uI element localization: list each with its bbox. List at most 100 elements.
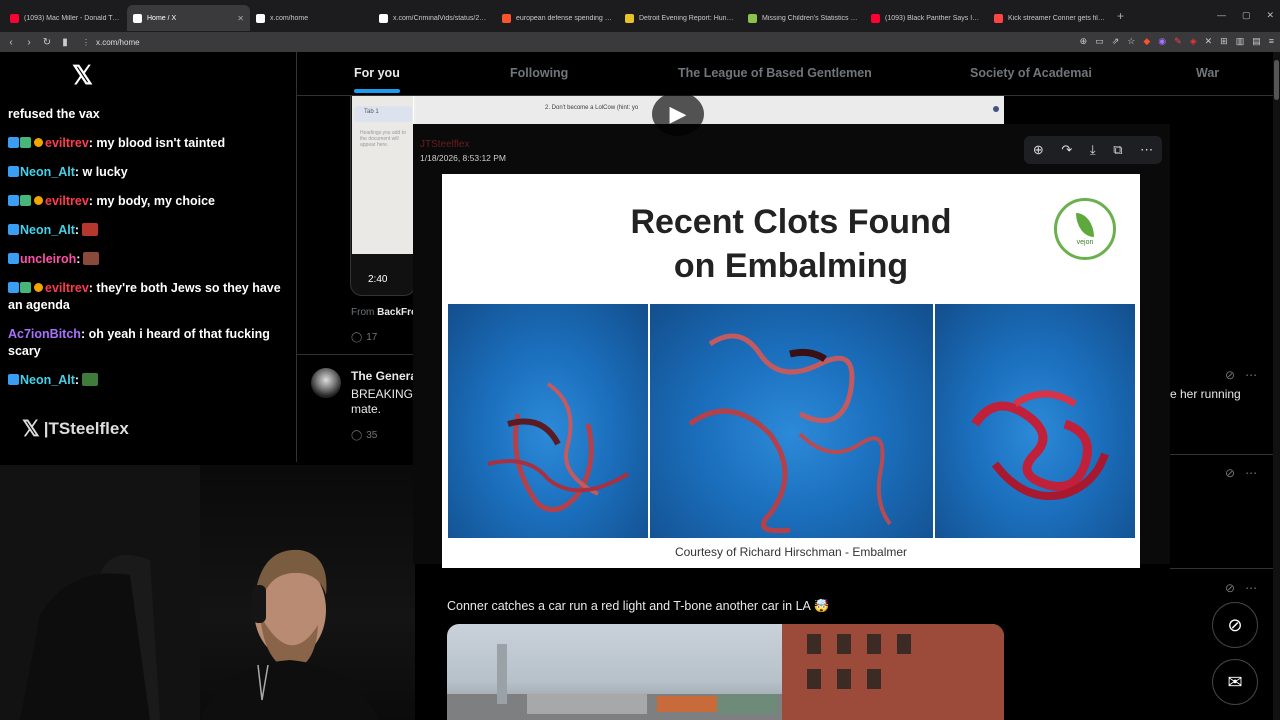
close-window-icon[interactable]: ✕ bbox=[1266, 10, 1274, 21]
more-options-icon[interactable]: ⋯ bbox=[1140, 142, 1153, 158]
tweet-body-line: BREAKING: bbox=[351, 387, 417, 401]
tab-strip: (1093) Mac Miller - Donald Trump - Y Home… bbox=[4, 1, 1111, 31]
title-line: Recent Clots Found bbox=[630, 203, 952, 241]
reload-icon[interactable]: ↻ bbox=[40, 37, 54, 48]
grok-icon[interactable]: ⊘ bbox=[1225, 368, 1235, 382]
video-source-link[interactable]: BackFro bbox=[377, 307, 417, 318]
browser-tab[interactable]: european defense spending - Brave S bbox=[496, 5, 619, 31]
puzzle-icon[interactable]: ⊞ bbox=[1220, 36, 1228, 47]
extension-icon[interactable]: ◈ bbox=[1190, 36, 1197, 47]
more-icon[interactable]: ⋯ bbox=[1245, 368, 1257, 382]
new-tab-button[interactable]: + bbox=[1117, 9, 1124, 23]
back-icon[interactable]: ‹ bbox=[4, 37, 18, 48]
browser-tab[interactable]: (1093) Black Panther Says Ice is Goin bbox=[865, 5, 988, 31]
brand-logo: vejon bbox=[1054, 198, 1116, 260]
bookmark-icon[interactable]: ▮ bbox=[58, 37, 72, 48]
video-tab-chip: Tab 1 bbox=[354, 106, 412, 122]
tab-war[interactable]: War bbox=[1196, 66, 1219, 80]
extension-icon[interactable]: ✎ bbox=[1174, 36, 1182, 47]
chat-username[interactable]: uncleiroh bbox=[20, 252, 76, 266]
clot-photo-3 bbox=[935, 304, 1135, 538]
tweet-avatar[interactable] bbox=[311, 368, 341, 398]
tab-society-of-academai[interactable]: Society of Academai bbox=[970, 66, 1092, 80]
extension-icon[interactable]: ◉ bbox=[1158, 36, 1166, 47]
close-tab-icon[interactable]: ✕ bbox=[237, 14, 244, 23]
open-external-icon[interactable]: ⧉ bbox=[1113, 142, 1122, 158]
site-info-icon[interactable]: ⋮ bbox=[82, 38, 90, 47]
sidebar-icon[interactable]: ▥ bbox=[1236, 36, 1245, 47]
scrollbar-thumb[interactable] bbox=[1274, 60, 1279, 100]
chat-message: eviltrev: my body, my choice bbox=[8, 193, 290, 210]
minimize-icon[interactable]: — bbox=[1217, 10, 1226, 21]
maximize-icon[interactable]: ▢ bbox=[1242, 10, 1251, 21]
messages-button[interactable]: ✉ bbox=[1212, 659, 1258, 705]
wallet-icon[interactable]: ▤ bbox=[1252, 36, 1261, 47]
download-icon[interactable]: ⤓ bbox=[1090, 142, 1096, 158]
chat-username[interactable]: Ac7ionBitch bbox=[8, 327, 81, 341]
chat-username[interactable]: Neon_Alt bbox=[20, 165, 75, 179]
url-text: x.com/home bbox=[96, 37, 140, 47]
rotate-icon[interactable]: ↷ bbox=[1061, 142, 1072, 158]
grok-icon[interactable]: ⊘ bbox=[1225, 581, 1235, 595]
tab-league-of-based-gentlemen[interactable]: The League of Based Gentlemen bbox=[678, 66, 872, 80]
browser-tab[interactable]: x.com/CriminalVids/status/20123115 bbox=[373, 5, 496, 31]
tweet-author-name[interactable]: The Genera bbox=[351, 369, 417, 383]
forward-icon[interactable]: › bbox=[22, 37, 36, 48]
browser-tab[interactable]: Detroit Evening Report: Hundreds in bbox=[619, 5, 742, 31]
tweet-media-image[interactable] bbox=[447, 624, 1004, 720]
scrollbar[interactable] bbox=[1273, 52, 1280, 720]
zoom-in-icon[interactable]: ⊕ bbox=[1033, 142, 1044, 158]
youtube-icon bbox=[871, 13, 880, 23]
play-button[interactable]: ▶ bbox=[652, 92, 704, 136]
avatar-dot-icon bbox=[993, 106, 999, 112]
tweet-body-line: mate. bbox=[351, 402, 382, 416]
url-field[interactable]: ⋮ x.com/home bbox=[82, 38, 140, 47]
chat-username[interactable]: Neon_Alt bbox=[20, 373, 75, 387]
zoom-icon[interactable]: ⊕ bbox=[1080, 36, 1088, 47]
kick-badge-icon bbox=[8, 195, 19, 206]
post-divider bbox=[1170, 454, 1280, 455]
chat-message: eviltrev: they're both Jews so they have… bbox=[8, 280, 290, 314]
grok-icon[interactable]: ⊘ bbox=[1225, 466, 1235, 480]
tab-following[interactable]: Following bbox=[510, 66, 568, 80]
chat-username[interactable]: eviltrev bbox=[45, 194, 89, 208]
webcam-feed bbox=[0, 465, 415, 720]
post-divider bbox=[297, 354, 413, 355]
reply-button[interactable]: ◯ 17 bbox=[351, 332, 377, 343]
screen-icon[interactable]: ▭ bbox=[1095, 36, 1104, 47]
title-line: on Embalming bbox=[673, 247, 909, 285]
extension-toolbar: ⊕ ▭ ⇗ ☆ ◆ ◉ ✎ ◈ ✕ ⊞ ▥ ▤ ≡ bbox=[1080, 36, 1274, 47]
browser-tab[interactable]: x.com/home bbox=[250, 5, 373, 31]
x-extension-icon[interactable]: ✕ bbox=[1205, 36, 1213, 47]
gift-badge-icon bbox=[34, 196, 43, 205]
star-icon[interactable]: ☆ bbox=[1127, 36, 1135, 47]
chat-emote-icon bbox=[83, 252, 100, 265]
tab-for-you[interactable]: For you bbox=[354, 66, 400, 93]
more-icon[interactable]: ⋯ bbox=[1245, 466, 1257, 480]
reply-icon: ◯ bbox=[351, 332, 363, 343]
browser-tab[interactable]: Home / X ✕ bbox=[127, 5, 250, 31]
gift-badge-icon bbox=[34, 283, 43, 292]
brave-shield-icon[interactable]: ◆ bbox=[1143, 36, 1150, 47]
chat-username[interactable]: eviltrev bbox=[45, 136, 89, 150]
post-divider bbox=[1170, 568, 1280, 569]
city-street-drawing bbox=[447, 624, 1004, 720]
x-logo[interactable]: 𝕏 bbox=[72, 60, 93, 91]
menu-icon[interactable]: ≡ bbox=[1269, 36, 1274, 47]
chat-username[interactable]: eviltrev bbox=[45, 281, 89, 295]
more-icon[interactable]: ⋯ bbox=[1245, 581, 1257, 595]
infographic-title: Recent Clots Found on Embalming bbox=[442, 200, 1140, 288]
browser-tab[interactable]: (1093) Mac Miller - Donald Trump - Y bbox=[4, 5, 127, 31]
browser-tab[interactable]: Kick streamer Conner gets filmed by bbox=[988, 5, 1111, 31]
leaf-icon bbox=[1076, 212, 1094, 237]
video-thumbnail[interactable]: Tab 1 Headings you add to the document w… bbox=[352, 96, 414, 254]
tab-title: (1093) Mac Miller - Donald Trump - Y bbox=[24, 14, 121, 22]
news-icon bbox=[625, 13, 634, 23]
browser-tab[interactable]: Missing Children's Statistics - Global bbox=[742, 5, 865, 31]
reply-button[interactable]: ◯ 35 bbox=[351, 430, 377, 441]
chat-text: : my body, my choice bbox=[88, 194, 215, 208]
share-icon[interactable]: ⇗ bbox=[1112, 36, 1120, 47]
video-source: From BackFro bbox=[351, 307, 418, 318]
chat-username[interactable]: Neon_Alt bbox=[20, 223, 75, 237]
grok-button[interactable]: ⊘ bbox=[1212, 602, 1258, 648]
